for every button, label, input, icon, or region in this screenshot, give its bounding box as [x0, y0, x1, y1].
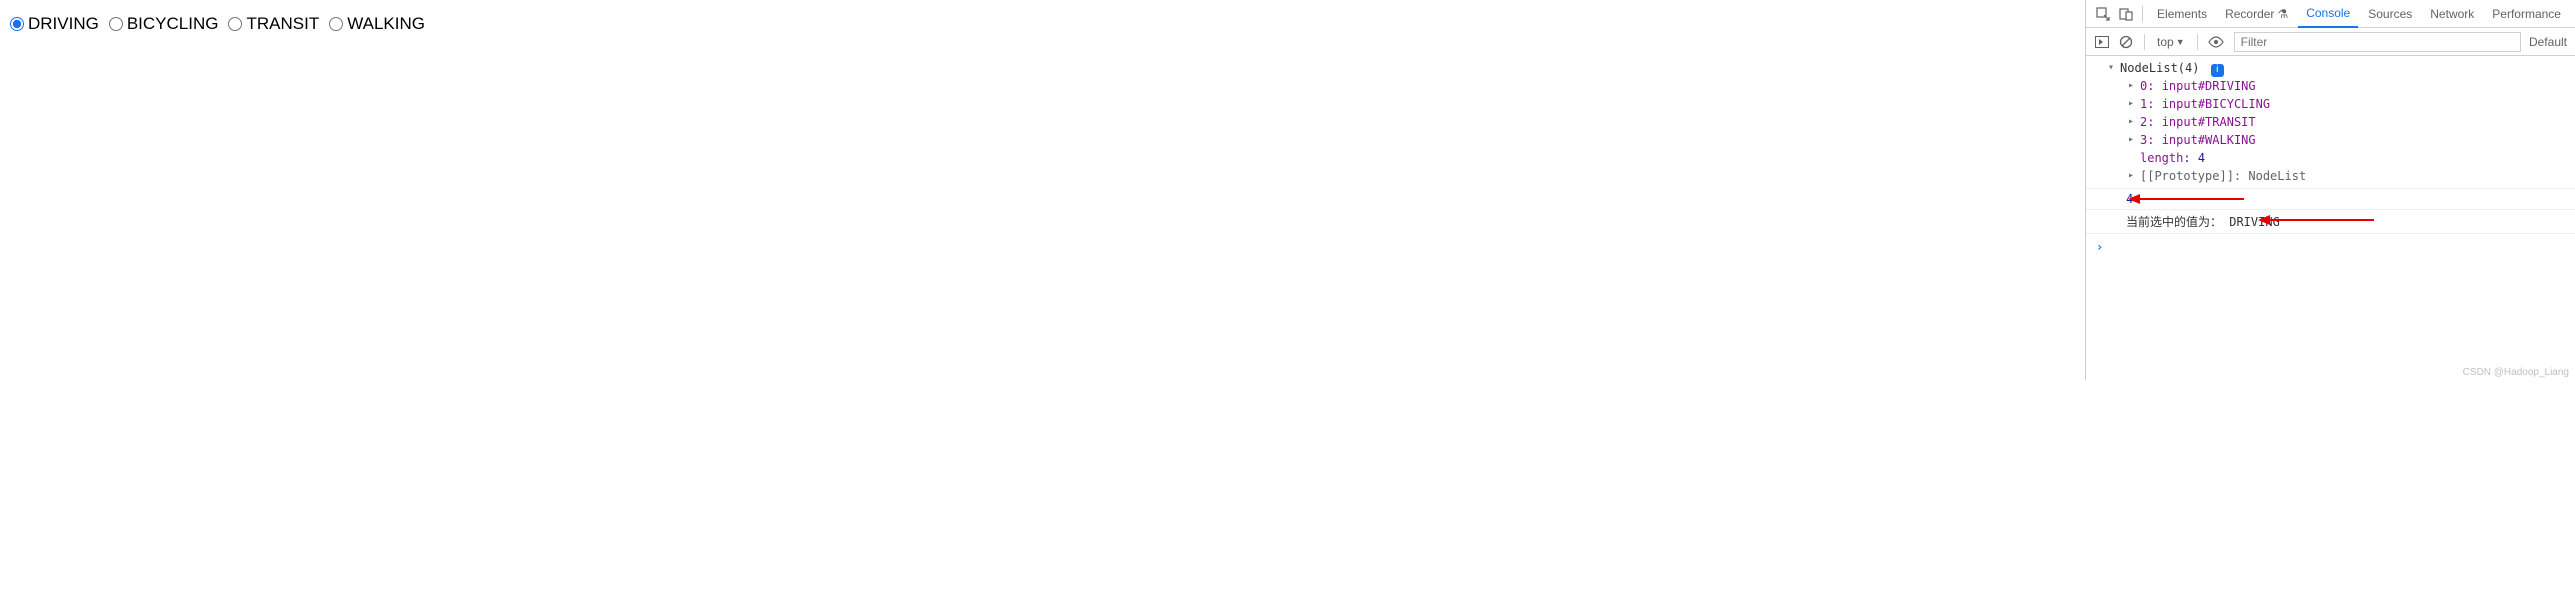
radio-bicycling-label: BICYCLING	[127, 14, 219, 34]
tab-console[interactable]: Console	[2298, 0, 2358, 28]
nodelist-prototype[interactable]: [[Prototype]]: NodeList	[2126, 167, 2571, 185]
sidebar-toggle-icon[interactable]	[2092, 32, 2112, 52]
console-toolbar: top ▼ Default	[2086, 28, 2575, 56]
arrow-annotation-icon	[2126, 191, 2246, 207]
nodelist-item-1[interactable]: 1: input#BICYCLING	[2126, 95, 2571, 113]
radio-transit-label: TRANSIT	[246, 14, 319, 34]
context-selector[interactable]: top ▼	[2153, 35, 2189, 49]
tab-recorder[interactable]: Recorder ⚗	[2217, 0, 2296, 28]
filter-input[interactable]	[2234, 32, 2521, 52]
radio-driving[interactable]	[10, 17, 24, 31]
length-key: length	[2140, 151, 2183, 165]
context-label: top	[2157, 35, 2174, 49]
text-prefix: 当前选中的值为：	[2126, 215, 2229, 229]
nodelist-item-3[interactable]: 3: input#WALKING	[2126, 131, 2571, 149]
item-type: input	[2162, 133, 2198, 147]
console-row-text: 当前选中的值为： DRIVING	[2086, 210, 2575, 234]
devtools-tabs: Elements Recorder ⚗ Console Sources Netw…	[2086, 0, 2575, 28]
item-type: input	[2162, 79, 2198, 93]
radio-transit[interactable]	[228, 17, 242, 31]
tab-recorder-label: Recorder	[2225, 7, 2274, 21]
toolbar-divider-2	[2197, 34, 2198, 50]
eye-icon[interactable]	[2206, 32, 2226, 52]
console-body: NodeList(4) i 0: input#DRIVING 1: input#…	[2086, 56, 2575, 380]
chevron-down-icon: ▼	[2176, 37, 2185, 47]
prototype-key: [[Prototype]]	[2140, 169, 2234, 183]
nodelist-label: NodeList(4)	[2120, 61, 2199, 75]
watermark: CSDN @Hadoop_Liang	[2463, 367, 2569, 378]
tab-elements[interactable]: Elements	[2149, 0, 2215, 28]
item-id: TRANSIT	[2205, 115, 2256, 129]
item-id: DRIVING	[2205, 79, 2256, 93]
radio-driving-label: DRIVING	[28, 14, 99, 34]
item-type: input	[2162, 115, 2198, 129]
nodelist-items: 0: input#DRIVING 1: input#BICYCLING 2: i…	[2106, 77, 2571, 185]
flask-icon: ⚗	[2277, 7, 2288, 21]
clear-console-icon[interactable]	[2116, 32, 2136, 52]
radio-walking[interactable]	[329, 17, 343, 31]
device-toolbar-icon[interactable]	[2115, 3, 2136, 25]
tab-divider	[2142, 6, 2143, 22]
page-content: DRIVING BICYCLING TRANSIT WALKING	[0, 0, 2085, 380]
inspect-element-icon[interactable]	[2092, 3, 2113, 25]
item-id: BICYCLING	[2205, 97, 2270, 111]
console-row-nodelist: NodeList(4) i 0: input#DRIVING 1: input#…	[2086, 56, 2575, 189]
console-prompt[interactable]: ›	[2086, 234, 2575, 260]
toolbar-divider	[2144, 34, 2145, 50]
nodelist-item-2[interactable]: 2: input#TRANSIT	[2126, 113, 2571, 131]
devtools-panel: Elements Recorder ⚗ Console Sources Netw…	[2085, 0, 2575, 380]
length-value: 4	[2198, 151, 2205, 165]
info-icon[interactable]: i	[2211, 64, 2224, 77]
number-output: 4	[2106, 192, 2133, 206]
tab-network[interactable]: Network	[2422, 0, 2482, 28]
radio-walking-label: WALKING	[347, 14, 425, 34]
nodelist-length: length: 4	[2126, 149, 2571, 167]
log-levels[interactable]: Default	[2529, 35, 2569, 49]
console-row-number: 4	[2086, 189, 2575, 210]
tab-performance[interactable]: Performance	[2484, 0, 2569, 28]
travel-mode-radios: DRIVING BICYCLING TRANSIT WALKING	[10, 14, 2075, 34]
nodelist-item-0[interactable]: 0: input#DRIVING	[2126, 77, 2571, 95]
radio-bicycling[interactable]	[109, 17, 123, 31]
text-output: 当前选中的值为： DRIVING	[2106, 215, 2280, 229]
item-type: input	[2162, 97, 2198, 111]
tab-sources[interactable]: Sources	[2360, 0, 2420, 28]
prototype-value: NodeList	[2248, 169, 2306, 183]
text-value: DRIVING	[2229, 215, 2280, 229]
item-id: WALKING	[2205, 133, 2256, 147]
nodelist-header[interactable]: NodeList(4) i	[2106, 59, 2571, 77]
